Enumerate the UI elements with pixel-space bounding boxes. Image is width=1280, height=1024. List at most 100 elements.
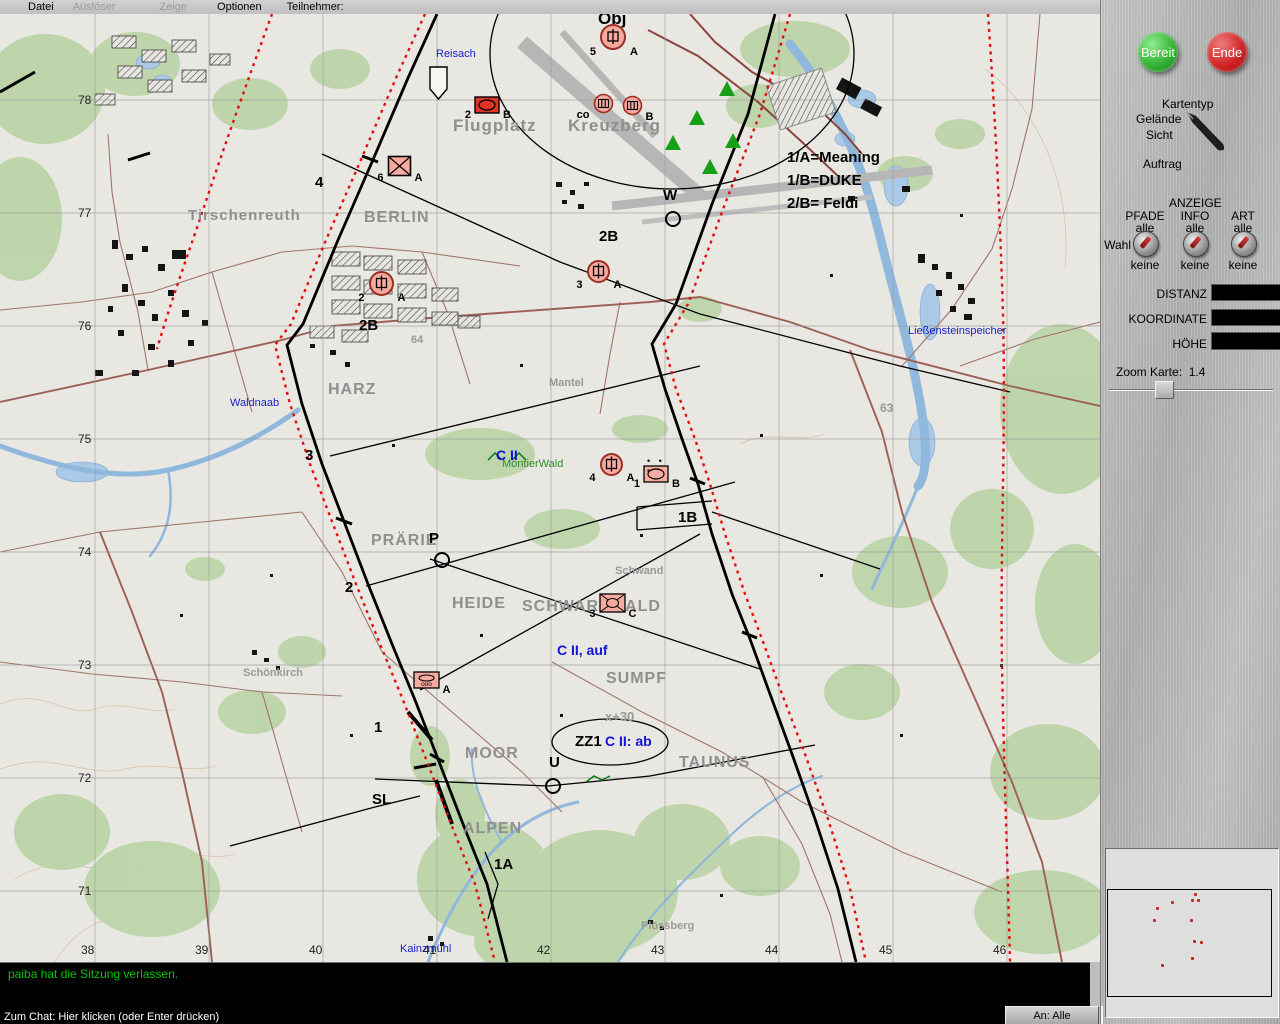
unit-letter-label: B <box>503 109 511 121</box>
unit-letter-label: A <box>626 471 635 484</box>
map-label: SL <box>372 791 392 808</box>
unit-number-label: 4 <box>589 471 596 484</box>
minimap-unit-dot <box>1156 907 1159 910</box>
unit-letter-label: A <box>630 46 638 58</box>
tree-symbol <box>725 133 741 148</box>
unit-symbol[interactable]: co <box>577 93 614 121</box>
pfade-knob[interactable] <box>1133 231 1159 257</box>
zoom-slider-track[interactable] <box>1109 389 1273 391</box>
unit-symbol[interactable]: 2B <box>465 96 511 121</box>
map-label: 1/B=DUKE <box>787 172 862 189</box>
map-canvas[interactable]: Tirschenreuth Flugplatz Kreuzberg BERLIN HAR… <box>0 14 1100 962</box>
overview-minimap[interactable] <box>1105 848 1279 1018</box>
map-label: Tirschenreuth <box>188 207 301 224</box>
unit-number-label: 6 <box>377 172 384 184</box>
unit-symbol[interactable]: 3A <box>576 259 621 291</box>
unit-number-label: 3 <box>589 608 596 620</box>
grid-x-label: 46 <box>993 943 1007 957</box>
map-label: MOOR <box>465 745 519 762</box>
map-label: Schönkirch <box>243 667 303 679</box>
menu-item-optionen[interactable]: Optionen <box>217 1 262 13</box>
hoehe-label: HÖHE <box>1172 337 1207 351</box>
unit-symbol[interactable]: B <box>622 95 653 123</box>
minimap-unit-dot <box>1193 940 1196 943</box>
minimap-unit-dot <box>1153 919 1156 922</box>
unit-number-label: 1 <box>633 478 640 490</box>
grid-y-label: 71 <box>78 884 92 898</box>
unit-symbol[interactable]: 1 B • • • <box>634 456 680 490</box>
pfade-keine-label: keine <box>1130 258 1160 272</box>
art-keine-label: keine <box>1228 258 1258 272</box>
minimap-unit-dot <box>1161 964 1164 967</box>
maptype-gelaende-option[interactable]: Gelände <box>1136 112 1181 126</box>
grid-y-label: 76 <box>78 319 92 333</box>
map-label: C II: ab <box>605 733 652 749</box>
grid-x-label: 41 <box>423 943 437 957</box>
panel-divider <box>1101 1006 1103 1024</box>
map-label: C II, auf <box>557 642 608 658</box>
minimap-unit-dot <box>1191 899 1194 902</box>
chat-recipient-button[interactable]: An: Alle <box>1005 1006 1099 1024</box>
unit-symbol[interactable]: 4A <box>589 452 634 484</box>
waypoint-ring <box>434 552 450 568</box>
ready-button[interactable]: Bereit <box>1138 32 1178 72</box>
info-knob[interactable] <box>1183 231 1209 257</box>
chat-input-bar[interactable]: Zum Chat: Hier klicken (oder Enter drück… <box>0 1010 1090 1024</box>
unit-letter-label: A <box>414 172 423 184</box>
menu-item-teilnehmer[interactable]: Teilnehmer: <box>287 1 344 13</box>
map-label: HEIDE <box>452 595 506 612</box>
map-label: HARZ <box>328 381 377 398</box>
tree-symbol <box>665 135 681 150</box>
grid-x-label: 44 <box>765 943 779 957</box>
wahl-label: Wahl <box>1104 238 1131 252</box>
map-label: 63 <box>880 401 894 415</box>
grid-y-label: 72 <box>78 771 92 785</box>
unit-letter-label: C <box>628 608 637 620</box>
map-label: Mantel <box>549 377 584 389</box>
chat-message: paiba hat die Sitzung verlassen. <box>8 967 179 981</box>
grid-y-label: 75 <box>78 432 92 446</box>
distanz-value-box <box>1211 284 1280 301</box>
tree-symbol <box>689 110 705 125</box>
menu-item-auslser: Auslöser <box>72 1 116 13</box>
unit-symbol[interactable]: ooo A <box>412 671 450 696</box>
menu-item-zeige: Zeige <box>159 1 188 13</box>
map-label: C II <box>496 447 518 463</box>
minimap-viewport <box>1107 889 1272 997</box>
map-label: 3 <box>305 447 314 464</box>
unit-letter-label: B <box>645 110 654 123</box>
control-panel: Bereit Ende Kartentyp Gelände Sicht Auft… <box>1100 0 1280 1024</box>
maptype-sicht-option[interactable]: Sicht <box>1146 128 1173 142</box>
map-label: W <box>663 187 678 204</box>
anzeige-title: ANZEIGE <box>1169 196 1222 210</box>
zoom-karte-value: 1.4 <box>1188 365 1206 379</box>
waypoint-ring <box>545 778 561 794</box>
map-label: 1 <box>374 719 383 736</box>
unit-symbol[interactable]: 2A <box>358 270 405 304</box>
unit-symbol[interactable]: 6A <box>377 155 422 184</box>
grid-y-label: 78 <box>78 93 92 107</box>
unit-letter-label: A <box>442 684 451 696</box>
map-label: Waldnaab <box>230 397 280 409</box>
unit-symbol[interactable]: 3C <box>589 593 636 620</box>
unit-number-label: 2 <box>358 291 365 304</box>
map-label: Plössberg <box>641 920 695 932</box>
grid-x-label: 38 <box>81 943 95 957</box>
art-knob[interactable] <box>1231 231 1257 257</box>
zoom-slider-handle[interactable] <box>1155 381 1174 399</box>
end-button[interactable]: Ende <box>1207 32 1247 72</box>
grid-y-label: 77 <box>78 206 92 220</box>
unit-symbol[interactable]: 5A <box>590 23 638 58</box>
map-label: PRÄRIE <box>371 532 438 549</box>
minimap-unit-dot <box>1190 919 1193 922</box>
koordinate-label: KOORDINATE <box>1128 312 1207 326</box>
pen-pointer-icon <box>1186 111 1225 151</box>
map-label: Reisach <box>436 48 476 60</box>
map-label: 1B <box>678 509 698 526</box>
map-label: x+30 <box>605 709 635 724</box>
grid-x-label: 40 <box>309 943 323 957</box>
map-label: ALPEN <box>463 820 523 837</box>
grid-y-label: 74 <box>78 545 92 559</box>
menu-item-datei[interactable]: Datei <box>28 1 54 13</box>
auftrag-button[interactable]: Auftrag <box>1143 157 1182 171</box>
